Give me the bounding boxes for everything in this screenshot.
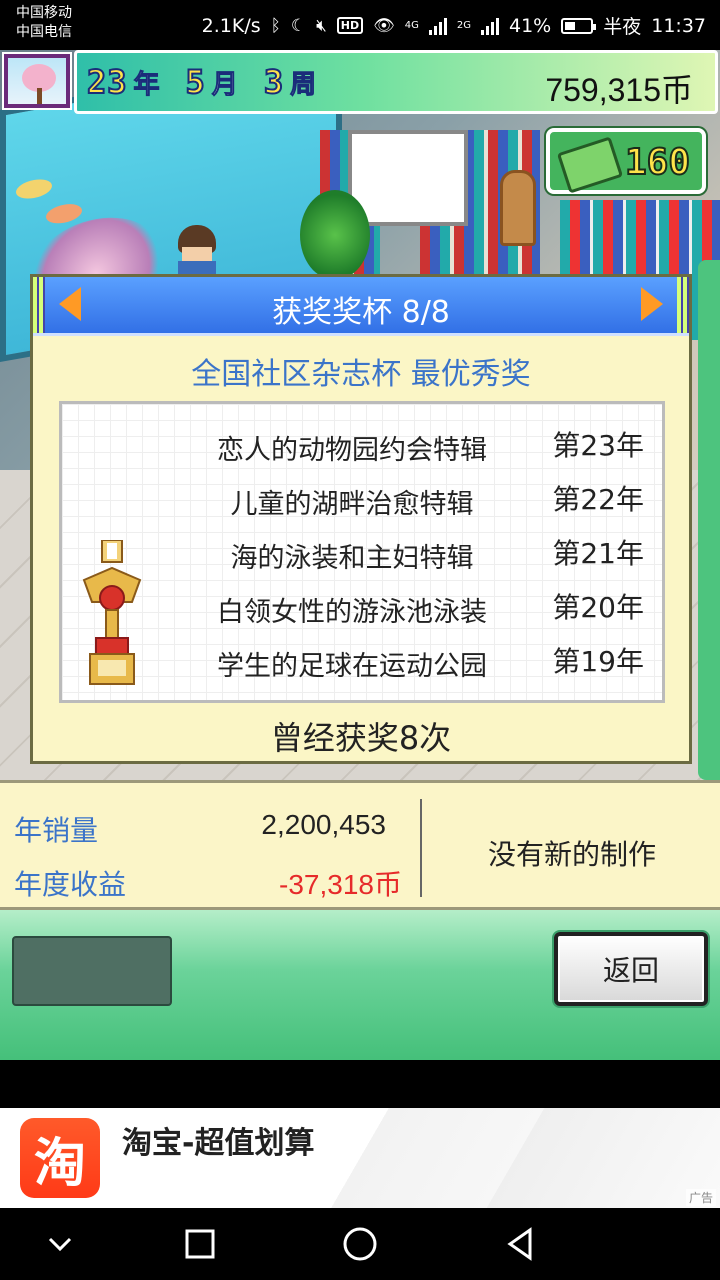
week-unit: 周 [290,70,317,101]
annual-profit-label: 年度收益 [14,868,127,901]
entry-title: 恋人的动物园约会特辑 [217,435,487,466]
ad-tag: 广告 [685,1189,716,1206]
week-number: 3 [263,62,285,102]
status-icons: 2.1K/s ᛒ ☾ 🔇︎ HD 👁︎ 4G 2G 41% 半夜 11:37 [202,12,706,39]
win-count: 曾经获奖8次 [270,719,452,757]
top-hud: 23 年 5 月 3 周 759,315币 [0,50,720,114]
list-item: 学生的足球在运动公园 第19年 [182,642,652,690]
game-date: 23 年 5 月 3 周 [86,62,336,102]
award-history-list: 恋人的动物园约会特辑 第23年 儿童的湖畔治愈特辑 第22年 海的泳装和主妇特辑… [59,401,665,703]
cash-counter[interactable]: 160 [546,128,706,194]
annual-profit-value: -37,318币 [279,869,402,900]
next-arrow-icon[interactable] [631,283,667,325]
fish-sprite [46,201,82,226]
annual-sales-label: 年销量 [14,814,99,847]
signal-2-icon [480,17,499,35]
carrier-2: 中国电信 [16,24,72,40]
net-speed: 2.1K/s [201,14,261,37]
divider [420,799,422,897]
entry-title: 儿童的湖畔治愈特辑 [230,489,474,520]
action-bar: 返回 [0,910,720,1060]
dialog-title: 获奖奖杯 8/8 [272,295,450,330]
wall-clock [500,170,536,246]
year-unit: 年 [133,70,160,101]
battery-percent: 41% [508,14,552,37]
entry-title: 白领女性的游泳池泳装 [217,597,487,628]
cash-count: 160 [624,141,691,184]
bluetooth-icon: ᛒ [270,15,281,36]
trophy-icon [82,540,142,685]
status-bar: 中国移动 中国电信 2.1K/s ᛒ ☾ 🔇︎ HD 👁︎ 4G 2G 41% … [0,0,720,50]
annual-sales-value: 2,200,453 [261,809,386,840]
battery-icon [561,17,597,34]
disabled-button [12,936,172,1006]
ad-banner[interactable]: 淘 淘宝-超值划算 广告 [0,1108,720,1208]
system-nav-bar [0,1208,720,1280]
taobao-logo-icon: 淘 [20,1118,100,1198]
back-button[interactable]: 返回 [554,932,708,1006]
month-number: 5 [185,62,206,102]
year-number: 23 [86,62,128,102]
hd-icon: HD [336,17,364,34]
dialog-header: 获奖奖杯 8/8 [33,277,689,336]
net-4g-label: 4G [404,20,419,31]
list-item: 白领女性的游泳池泳装 第20年 [182,588,652,636]
whiteboard [348,130,468,226]
trophy-dialog: 获奖奖杯 8/8 全国社区杂志杯 最优秀奖 恋人的动物园约会特辑 第23年 儿童… [30,274,692,764]
back-nav-icon[interactable] [500,1224,540,1264]
entry-year: 第21年 [552,537,644,570]
potted-plant [300,190,370,280]
fish-sprite [16,176,52,202]
carrier-1: 中国移动 [16,5,72,21]
mute-icon: 🔇︎ [316,15,327,36]
production-note: 没有新的制作 [487,838,656,871]
moon-icon: ☾ [290,15,307,36]
season-thumbnail[interactable] [2,52,72,110]
entry-year: 第23年 [552,429,644,462]
chevron-down-icon[interactable] [40,1224,80,1264]
recents-icon[interactable] [180,1224,220,1264]
entry-year: 第22年 [552,483,644,516]
home-icon[interactable] [340,1224,380,1264]
entry-title: 海的泳装和主妇特辑 [230,543,474,574]
award-name: 全国社区杂志杯 最优秀奖 [191,357,531,392]
clock: 11:37 [651,14,706,37]
signal-icon [428,17,447,35]
entry-year: 第19年 [552,645,644,678]
month-unit: 月 [211,70,238,101]
date-money-bar: 23 年 5 月 3 周 759,315币 [74,50,718,114]
list-item: 儿童的湖畔治愈特辑 第22年 [182,480,652,528]
ad-title: 淘宝-超值划算 [122,1126,315,1161]
stats-panel: 年销量 2,200,453 年度收益 -37,318币 没有新的制作 [0,780,720,910]
entry-year: 第20年 [552,591,644,624]
list-item: 恋人的动物园约会特辑 第23年 [182,426,652,474]
money-balance: 759,315币 [545,72,693,108]
entry-title: 学生的足球在运动公园 [217,651,487,682]
eye-icon: 👁︎ [373,15,395,36]
time-period: 半夜 [603,16,642,38]
list-item: 海的泳装和主妇特辑 第21年 [182,534,652,582]
cash-stack-icon [556,136,624,194]
side-tab[interactable] [698,260,720,780]
carrier-info: 中国移动 中国电信 [16,4,72,42]
net-2g-label: 2G [456,20,471,31]
